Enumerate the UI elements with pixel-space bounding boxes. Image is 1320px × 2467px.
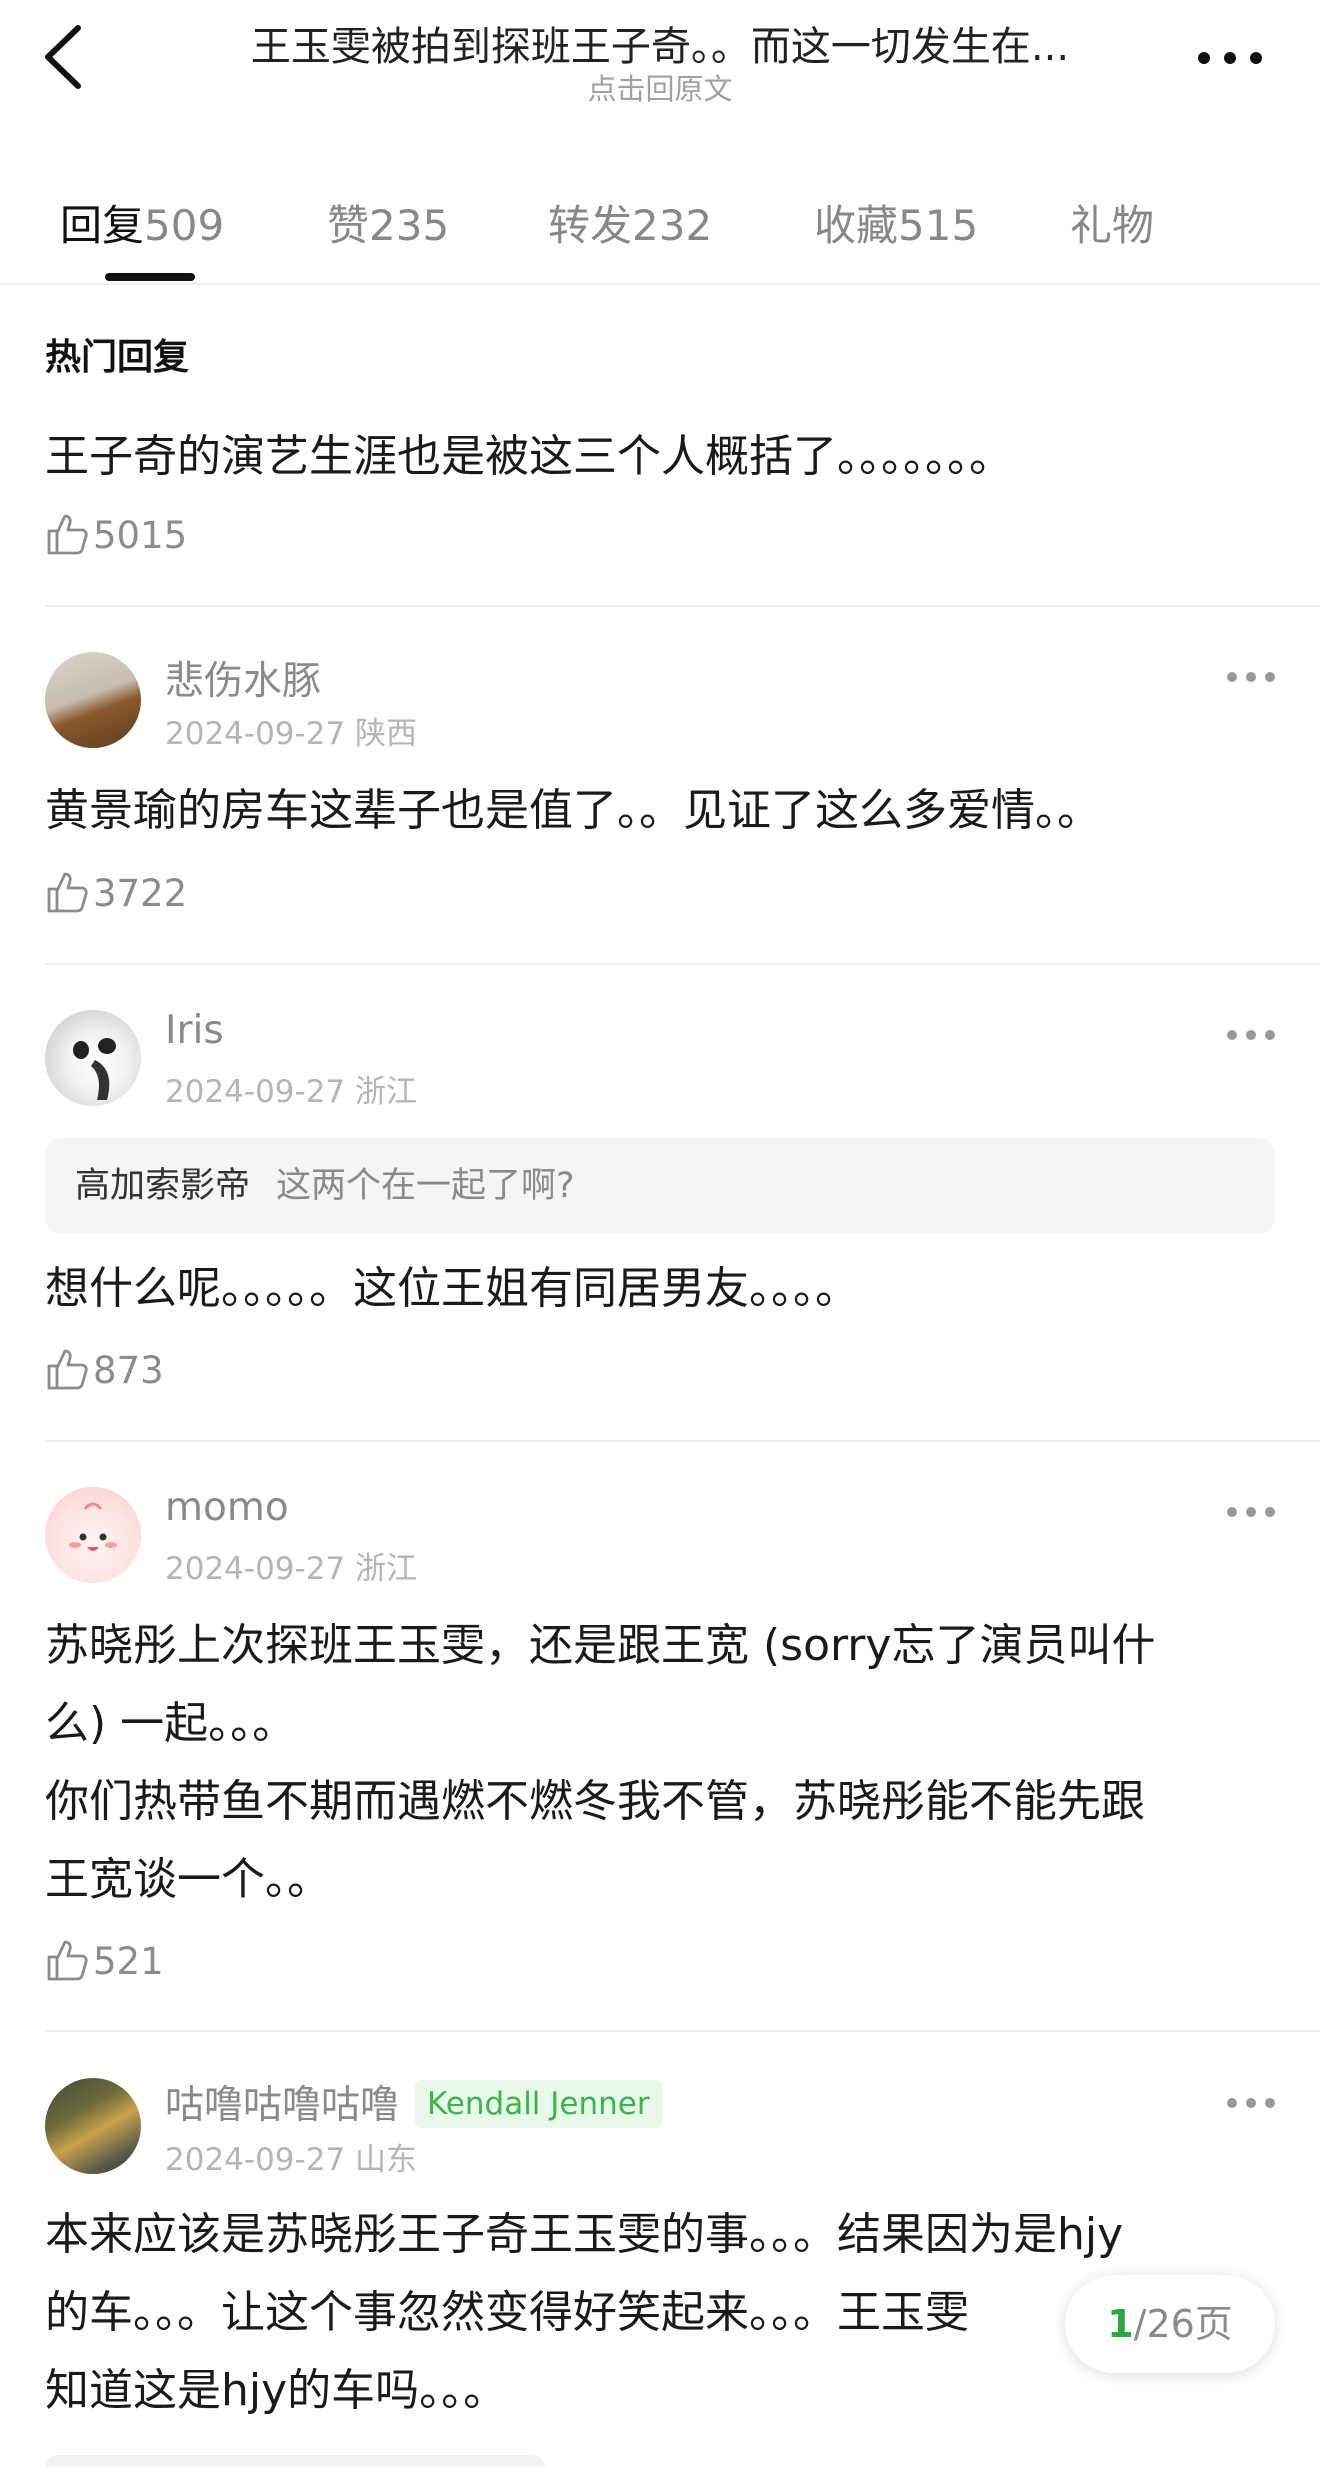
- divider: [45, 605, 1320, 607]
- avatar[interactable]: [45, 652, 141, 748]
- more-dots-icon[interactable]: [1190, 38, 1270, 78]
- comment-meta: 2024-09-27 山东: [165, 2134, 417, 2179]
- like-count: 873: [93, 1349, 164, 1392]
- tab-likes[interactable]: 赞235: [327, 192, 449, 253]
- back-chevron-icon[interactable]: [40, 22, 90, 92]
- like-button[interactable]: 873: [45, 1347, 164, 1397]
- comment-line: 王宽谈一个。。: [45, 1854, 331, 1905]
- comment-author[interactable]: 悲伤水豚: [165, 650, 321, 706]
- more-dots-icon[interactable]: [1225, 1025, 1277, 1045]
- more-dots-icon[interactable]: [1225, 2093, 1277, 2113]
- comment-line: 苏晓彤上次探班王玉雯，还是跟王宽 (sorry忘了演员叫什: [45, 1620, 1156, 1671]
- comment-line: 本来应该是苏晓彤王子奇王玉雯的事。。。结果因为是hjy: [45, 2209, 1124, 2260]
- comment-meta: 2024-09-27 陕西: [165, 708, 417, 753]
- bottom-input-bar[interactable]: [45, 2455, 545, 2467]
- comment-location: 陕西: [355, 716, 418, 752]
- avatar[interactable]: [45, 1010, 141, 1106]
- comment-line: 你们热带鱼不期而遇燃不燃冬我不管，苏晓彤能不能先跟: [45, 1776, 1145, 1827]
- comment-date: 2024-09-27: [165, 2142, 346, 2178]
- comment-author[interactable]: 咕噜咕噜咕噜: [165, 2083, 399, 2128]
- tab-count: 235: [369, 201, 450, 250]
- thumbs-up-icon: [47, 872, 88, 913]
- like-count: 3722: [93, 872, 188, 915]
- fan-badge[interactable]: Kendall Jenner: [415, 2080, 662, 2128]
- divider: [45, 1440, 1320, 1442]
- tab-bar: 回复509 赞235 转发232 收藏515 礼物: [0, 180, 1320, 285]
- comment-date: 2024-09-27: [165, 1551, 346, 1587]
- thumbs-up-icon: [47, 1349, 88, 1390]
- tab-reposts[interactable]: 转发232: [548, 192, 712, 253]
- comment-meta: 2024-09-27 浙江: [165, 1066, 417, 1111]
- like-button[interactable]: 521: [45, 1938, 164, 1988]
- comment-line: 黄景瑜的房车这辈子也是值了。。见证了这么多爱情。。: [45, 785, 1101, 836]
- comment-location: 山东: [355, 2142, 418, 2178]
- panda-image: [73, 1038, 116, 1100]
- quoted-author: 高加索影帝: [75, 1166, 251, 1206]
- comment-text[interactable]: 苏晓彤上次探班王玉雯，还是跟王宽 (sorry忘了演员叫什 么) 一起。。。 你…: [45, 1607, 1285, 1919]
- quoted-text: 这两个在一起了啊?: [276, 1166, 575, 1206]
- page-current: 1: [1107, 2302, 1134, 2346]
- comment-meta: 2024-09-27 浙江: [165, 1543, 417, 1588]
- tab-label: 回复: [60, 201, 145, 250]
- divider: [45, 2030, 1320, 2032]
- comment-author[interactable]: momo: [165, 1485, 289, 1530]
- quoted-reply[interactable]: 高加索影帝 这两个在一起了啊?: [45, 1138, 1275, 1234]
- comment-text[interactable]: 王子奇的演艺生涯也是被这三个人概括了。。。。。。。: [45, 418, 1285, 496]
- comment-line: 么) 一起。。。: [45, 1698, 297, 1749]
- cartoon-avatar-image: [69, 1502, 117, 1551]
- page-total: /26页: [1133, 2302, 1233, 2346]
- like-count: 521: [93, 1940, 164, 1983]
- thumbs-up-icon: [47, 514, 88, 555]
- like-button[interactable]: 3722: [45, 870, 187, 920]
- page-indicator[interactable]: 1/26页: [1065, 2275, 1275, 2373]
- comment-text[interactable]: 黄景瑜的房车这辈子也是值了。。见证了这么多爱情。。: [45, 772, 1285, 850]
- top-bar: 王玉雯被拍到探班王子奇。。而这一切发生在... 点击回原文: [0, 0, 1320, 140]
- avatar[interactable]: [45, 2078, 141, 2174]
- comment-author[interactable]: Iris: [165, 1008, 224, 1053]
- more-dots-icon[interactable]: [1225, 1502, 1277, 1522]
- section-title-hot-replies: 热门回复: [45, 337, 190, 378]
- tab-label: 礼物: [1070, 201, 1155, 250]
- back-to-original-link[interactable]: 点击回原文: [160, 66, 1160, 108]
- tab-label: 转发: [548, 201, 633, 250]
- comment-location: 浙江: [355, 1074, 418, 1110]
- more-dots-icon[interactable]: [1225, 667, 1277, 687]
- tab-active-indicator: [105, 273, 195, 281]
- comment-text[interactable]: 想什么呢。。。。。这位王姐有同居男友。。。。: [45, 1250, 1285, 1328]
- tab-gifts[interactable]: 礼物: [1070, 192, 1154, 253]
- tab-label: 赞: [327, 201, 370, 250]
- comment-date: 2024-09-27: [165, 716, 346, 752]
- divider: [45, 963, 1320, 965]
- comment-author-row: 咕噜咕噜咕噜 Kendall Jenner: [165, 2074, 662, 2130]
- tab-count: 515: [898, 201, 979, 250]
- comment-line: 想什么呢。。。。。这位王姐有同居男友。。。。: [45, 1263, 859, 1314]
- avatar[interactable]: [45, 1487, 141, 1583]
- tab-favorites[interactable]: 收藏515: [814, 192, 978, 253]
- thumbs-up-icon: [47, 1940, 88, 1981]
- comment-line: 王子奇的演艺生涯也是被这三个人概括了。。。。。。。: [45, 431, 1013, 482]
- like-count: 5015: [93, 514, 188, 557]
- comment-date: 2024-09-27: [165, 1074, 346, 1110]
- tab-count: 232: [632, 201, 713, 250]
- comment-location: 浙江: [355, 1551, 418, 1587]
- like-button[interactable]: 5015: [45, 512, 187, 562]
- tab-label: 收藏: [814, 201, 899, 250]
- tab-count: 509: [144, 201, 225, 250]
- tab-replies[interactable]: 回复509: [60, 192, 224, 253]
- post-title[interactable]: 王玉雯被拍到探班王子奇。。而这一切发生在...: [160, 14, 1160, 72]
